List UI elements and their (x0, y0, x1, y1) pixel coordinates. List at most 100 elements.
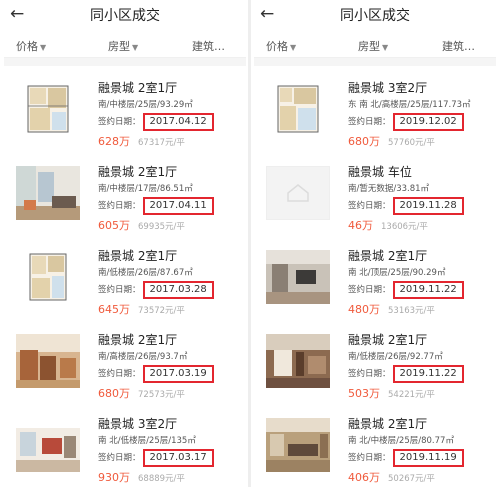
unit-price: 50267元/平 (388, 474, 435, 484)
sign-date: 2019.11.19 (392, 449, 464, 467)
sign-date: 2017.03.17 (142, 449, 214, 467)
sign-date: 2017.03.28 (142, 281, 214, 299)
sign-date: 2019.12.02 (392, 113, 464, 131)
listing-name: 融景城 2室1厅 (98, 81, 178, 95)
left-panel: ← 同小区成交 价格 ▼ 房型 ▼ 建筑… 融景城 2室1厅 南/中楼层/25层/9… (4, 0, 246, 487)
sign-date-row: 签约日期： 2019.11.19 (348, 449, 494, 467)
total-price: 930万 (98, 471, 130, 484)
listing-name: 融景城 2室1厅 (98, 333, 178, 347)
total-price: 680万 (98, 387, 130, 400)
filter-bar: 价格 ▼ 房型 ▼ 建筑… (254, 30, 496, 58)
total-price: 628万 (98, 135, 130, 148)
listing-spec: 南/低楼层/26层/92.77㎡ (348, 352, 443, 362)
page-title: 同小区成交 (340, 8, 410, 24)
panel-divider (248, 0, 251, 487)
unit-price: 68889元/平 (138, 474, 185, 484)
room-photo-thumbnail (266, 334, 330, 388)
list-item[interactable]: 融景城 3室2厅 南 北/低楼层/25层/135㎡ 签约日期： 2017.03.1… (4, 406, 246, 487)
listing-name: 融景城 3室2厅 (98, 417, 178, 431)
sign-date: 2019.11.28 (392, 197, 464, 215)
caret-down-icon: ▼ (40, 43, 47, 52)
listing-spec: 南/暂无数据/33.81㎡ (348, 184, 430, 194)
page-title: 同小区成交 (90, 8, 160, 24)
sign-date: 2019.11.22 (392, 281, 464, 299)
sign-date: 2017.04.12 (142, 113, 214, 131)
listing-name: 融景城 3室2厅 (348, 81, 428, 95)
caret-down-icon: ▼ (382, 43, 389, 52)
unit-price: 57760元/平 (388, 138, 435, 148)
total-price: 680万 (348, 135, 380, 148)
unit-price: 67317元/平 (138, 138, 185, 148)
sign-date-row: 签约日期： 2017.03.19 (98, 365, 244, 383)
right-header: ← 同小区成交 (254, 0, 496, 30)
unit-price: 54221元/平 (388, 390, 435, 400)
listing-spec: 南/中楼层/17层/86.51㎡ (98, 184, 193, 194)
list-item[interactable]: 融景城 2室1厅 南 北/顶层/25层/90.29㎡ 签约日期： 2019.11.… (254, 238, 496, 322)
listing-spec: 南 北/中楼层/25层/80.77㎡ (348, 436, 454, 446)
list-item[interactable]: 融景城 2室1厅 南/高楼层/26层/93.7㎡ 签约日期： 2017.03.19… (4, 322, 246, 406)
listing-name: 融景城 2室1厅 (348, 417, 428, 431)
room-photo-thumbnail (16, 418, 80, 472)
unit-price: 53163元/平 (388, 306, 435, 316)
listing-name: 融景城 车位 (348, 165, 412, 179)
separator-band (4, 58, 246, 66)
listing-spec: 东 南 北/高楼层/25层/117.73㎡ (348, 100, 471, 110)
unit-price: 72573元/平 (138, 390, 185, 400)
right-panel: ← 同小区成交 价格 ▼ 房型 ▼ 建筑… 融景城 3室2厅 东 南 北/高楼层/2… (254, 0, 496, 487)
unit-price: 13606元/平 (381, 222, 428, 232)
listing-spec: 南/低楼层/26层/87.67㎡ (98, 268, 193, 278)
listing-name: 融景城 2室1厅 (98, 165, 178, 179)
list-item[interactable]: 融景城 2室1厅 南 北/中楼层/25层/80.77㎡ 签约日期： 2019.11… (254, 406, 496, 487)
listing-spec: 南 北/顶层/25层/90.29㎡ (348, 268, 446, 278)
sign-date: 2017.03.19 (142, 365, 214, 383)
listing-spec: 南/中楼层/25层/93.29㎡ (98, 100, 193, 110)
listing-name: 融景城 2室1厅 (348, 333, 428, 347)
total-price: 503万 (348, 387, 380, 400)
list-item[interactable]: 融景城 2室1厅 南/低楼层/26层/92.77㎡ 签约日期： 2019.11.2… (254, 322, 496, 406)
filter-price[interactable]: 价格 ▼ (266, 38, 296, 54)
total-price: 480万 (348, 303, 380, 316)
sign-date-row: 签约日期： 2017.04.11 (98, 197, 244, 215)
sign-date-row: 签约日期： 2019.12.02 (348, 113, 494, 131)
list-item[interactable]: 融景城 车位 南/暂无数据/33.81㎡ 签约日期： 2019.11.28 46万… (254, 154, 496, 238)
list-item[interactable]: 融景城 2室1厅 南/中楼层/17层/86.51㎡ 签约日期： 2017.04.1… (4, 154, 246, 238)
sign-date-row: 签约日期： 2017.04.12 (98, 113, 244, 131)
list-item[interactable]: 融景城 2室1厅 南/中楼层/25层/93.29㎡ 签约日期： 2017.04.1… (4, 70, 246, 154)
filter-price[interactable]: 价格 ▼ (16, 38, 46, 54)
total-price: 406万 (348, 471, 380, 484)
caret-down-icon: ▼ (290, 43, 297, 52)
listing-spec: 南/高楼层/26层/93.7㎡ (98, 352, 188, 362)
total-price: 605万 (98, 219, 130, 232)
total-price: 46万 (348, 219, 373, 232)
house-placeholder-icon (287, 184, 309, 202)
listing-spec: 南 北/低楼层/25层/135㎡ (98, 436, 196, 446)
list-item[interactable]: 融景城 3室2厅 东 南 北/高楼层/25层/117.73㎡ 签约日期： 2019… (254, 70, 496, 154)
list-item[interactable]: 融景城 2室1厅 南/低楼层/26层/87.67㎡ 签约日期： 2017.03.2… (4, 238, 246, 322)
filter-building[interactable]: 建筑… (442, 38, 475, 54)
listing-name: 融景城 2室1厅 (348, 249, 428, 263)
listing-name: 融景城 2室1厅 (98, 249, 178, 263)
unit-price: 73572元/平 (138, 306, 185, 316)
room-photo-thumbnail (266, 418, 330, 472)
room-photo-thumbnail (266, 250, 330, 304)
room-photo-thumbnail (16, 334, 80, 388)
sign-date-row: 签约日期： 2019.11.28 (348, 197, 494, 215)
filter-layout[interactable]: 房型 ▼ (108, 38, 138, 54)
sign-date: 2017.04.11 (142, 197, 214, 215)
floorplan-thumbnail (266, 82, 330, 136)
filter-bar: 价格 ▼ 房型 ▼ 建筑… (4, 30, 246, 58)
separator-band (254, 58, 496, 66)
room-photo-thumbnail (16, 166, 80, 220)
filter-layout[interactable]: 房型 ▼ (358, 38, 388, 54)
floorplan-thumbnail (16, 250, 80, 304)
left-header: ← 同小区成交 (4, 0, 246, 30)
filter-building[interactable]: 建筑… (192, 38, 225, 54)
sign-date-row: 签约日期： 2017.03.28 (98, 281, 244, 299)
sign-date-row: 签约日期： 2019.11.22 (348, 281, 494, 299)
unit-price: 69935元/平 (138, 222, 185, 232)
total-price: 645万 (98, 303, 130, 316)
sign-date-row: 签约日期： 2019.11.22 (348, 365, 494, 383)
caret-down-icon: ▼ (132, 43, 139, 52)
sign-date: 2019.11.22 (392, 365, 464, 383)
floorplan-thumbnail (16, 82, 80, 136)
